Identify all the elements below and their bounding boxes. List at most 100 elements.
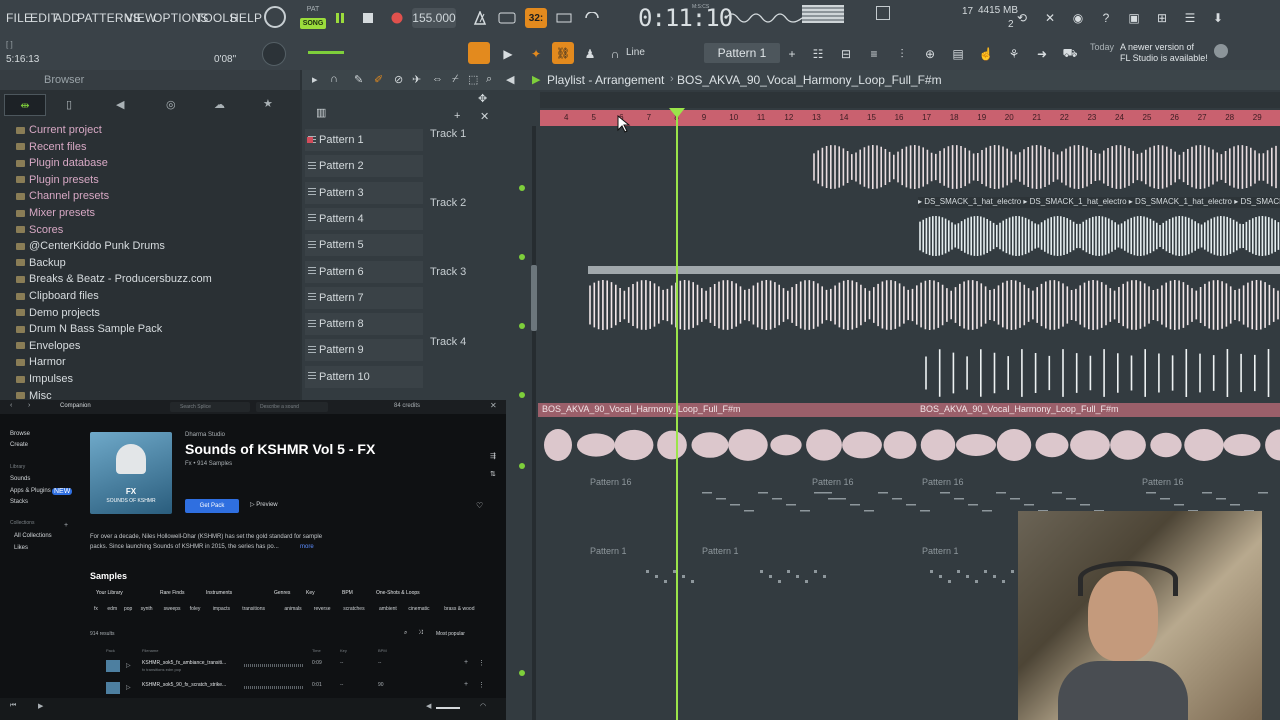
preview-button[interactable]: ▷ Preview [250, 501, 278, 508]
brush-icon[interactable]: ✐ [374, 73, 383, 86]
pencil-icon[interactable]: ✎ [354, 73, 363, 86]
browser-all-tab[interactable]: ⇹ [4, 94, 46, 116]
track4-clip[interactable] [924, 346, 1280, 400]
piano-roll-icon[interactable]: ≡ [864, 44, 884, 64]
track4-led[interactable] [519, 392, 525, 398]
slip-tool-icon[interactable]: ⇔ [432, 73, 443, 85]
browser-icon[interactable]: ▤ [948, 44, 968, 64]
companion-nav-item[interactable]: Stacks [10, 499, 28, 505]
vocal-clip[interactable] [538, 420, 1280, 470]
people-icon[interactable]: ⚘ [1004, 44, 1024, 64]
magic-icon[interactable]: ✦ [526, 44, 546, 64]
plugin-icon[interactable]: ⊕ [920, 44, 940, 64]
record-button[interactable] [387, 8, 407, 28]
browser-item[interactable]: @CenterKiddo Punk Drums [16, 240, 165, 252]
pattern-item[interactable]: Pattern 9 [305, 339, 423, 362]
filter-dropdown[interactable]: Rare Finds [160, 590, 184, 596]
playlist-play-icon[interactable]: ▶ [532, 73, 540, 86]
player-play-icon[interactable]: ▶ [38, 702, 43, 710]
player-volume-slider[interactable] [436, 707, 460, 709]
playhead[interactable] [676, 110, 678, 720]
track-header[interactable]: Track 1 [430, 128, 530, 140]
tag-chip[interactable]: ambient [379, 606, 397, 612]
browser-item[interactable]: Drum N Bass Sample Pack [16, 323, 162, 335]
touch-icon[interactable]: ☝ [976, 44, 996, 64]
companion-nav-item[interactable]: Browse [10, 431, 30, 437]
row-cover-thumbnail[interactable] [106, 682, 120, 694]
nav-forward-icon[interactable]: › [28, 402, 30, 409]
save-icon[interactable]: ▣ [1124, 8, 1144, 28]
pattern-selector[interactable]: Pattern 1 [704, 43, 780, 63]
pattern-item[interactable]: Pattern 6 [305, 260, 423, 283]
browser-item[interactable]: Channel presets [16, 190, 109, 202]
menu-view[interactable]: VIEW [125, 11, 156, 25]
track-header[interactable]: Track 4 [430, 336, 530, 348]
p16-clip-4[interactable]: Pattern 16 [1142, 476, 1184, 488]
pattern-item[interactable]: Pattern 2 [305, 155, 423, 178]
menu-file[interactable]: FILE [6, 11, 32, 25]
browser-item[interactable]: Harmor [16, 356, 66, 368]
plugin-tab-icon[interactable]: ◎ [166, 98, 176, 111]
master-volume-knob-icon[interactable] [262, 42, 286, 66]
tag-chip[interactable]: animals [284, 606, 301, 612]
tag-chip[interactable]: fx [94, 606, 98, 612]
stop-button[interactable] [358, 8, 378, 28]
download-icon[interactable]: ⬇ [1208, 8, 1228, 28]
file-icon[interactable]: ▯ [66, 98, 72, 111]
mute-tool-icon[interactable]: ✈ [412, 73, 421, 86]
browser-item[interactable]: Plugin presets [16, 174, 99, 186]
row-more-icon[interactable]: ⋮ [478, 681, 485, 689]
tag-chip[interactable]: foley [190, 606, 201, 612]
magnet-tool-icon[interactable]: ∩ [330, 73, 338, 85]
tag-chip[interactable]: sweeps [164, 606, 181, 612]
row-add-icon[interactable]: + [464, 659, 468, 666]
tag-chip[interactable]: reverse [314, 606, 331, 612]
snap-select[interactable]: Line [626, 47, 645, 58]
filter-dropdown[interactable]: Genres [274, 590, 290, 596]
describe-input[interactable]: Describe a sound [256, 402, 328, 412]
browser-item[interactable]: Current project [16, 124, 102, 136]
p16-clip-2[interactable]: Pattern 16 [812, 476, 854, 488]
slice-tool-icon[interactable]: ⌿ [452, 73, 459, 86]
tag-chip[interactable]: transitions [242, 606, 265, 612]
skip-back-icon[interactable]: ⏮ [10, 702, 16, 710]
tag-chip[interactable]: pop [124, 606, 132, 612]
browser-item[interactable]: Envelopes [16, 340, 80, 352]
companion-nav-item[interactable]: Sounds [10, 476, 30, 482]
help-icon[interactable]: ? [1096, 8, 1116, 28]
tag-chip[interactable]: cinematic [408, 606, 429, 612]
volume-icon[interactable]: ◀ [426, 702, 431, 710]
track2-clip[interactable] [918, 210, 1280, 262]
companion-tab[interactable]: Companion [60, 403, 91, 409]
nav-back-icon[interactable]: ‹ [10, 402, 12, 409]
tempo-display[interactable]: 155.000 [412, 8, 456, 28]
zoom-tool-icon[interactable]: ⌕ [486, 73, 492, 86]
track1-led[interactable] [519, 185, 525, 191]
playlist-arrow-icon[interactable]: ▸ [312, 73, 318, 86]
more-link[interactable]: more [300, 544, 314, 550]
menu-help[interactable]: HELP [230, 11, 262, 25]
track3-clip-header[interactable] [588, 266, 1280, 274]
tag-chip[interactable]: brass & wood [444, 606, 474, 612]
lane-scrollbar[interactable] [532, 126, 536, 720]
row-play-icon[interactable]: ▷ [126, 684, 131, 691]
faders-icon[interactable]: ⫶ [892, 44, 912, 64]
filter-dropdown[interactable]: One-Shots & Loops [376, 590, 420, 596]
pat-mode-toggle[interactable]: PAT [300, 6, 326, 15]
play-icon[interactable]: ▶ [498, 44, 518, 64]
browser-item[interactable]: Breaks & Beatz - Producersbuzz.com [16, 273, 212, 285]
add-track-icon[interactable]: + [454, 110, 460, 122]
playback-tool-icon[interactable]: ◀ [506, 73, 514, 86]
row-filename[interactable]: KSHMR_sok5_90_fx_scratch_strike... [142, 682, 226, 688]
pattern-item[interactable]: Pattern 4 [305, 207, 423, 230]
pack-cover[interactable]: FX SOUNDS OF KSHMR [90, 432, 172, 514]
row-more-icon[interactable]: ⋮ [478, 659, 485, 667]
row-waveform[interactable] [244, 664, 304, 667]
filter-dropdown[interactable]: BPM [342, 590, 353, 596]
browser-item[interactable]: Clipboard files [16, 290, 99, 302]
filter-dropdown[interactable]: Key [306, 590, 315, 596]
close-track-icon[interactable]: ✕ [480, 110, 489, 123]
filter-dropdown[interactable]: Instruments [206, 590, 232, 596]
undo-icon[interactable]: ⟲ [1012, 8, 1032, 28]
track8-led[interactable] [519, 670, 525, 676]
